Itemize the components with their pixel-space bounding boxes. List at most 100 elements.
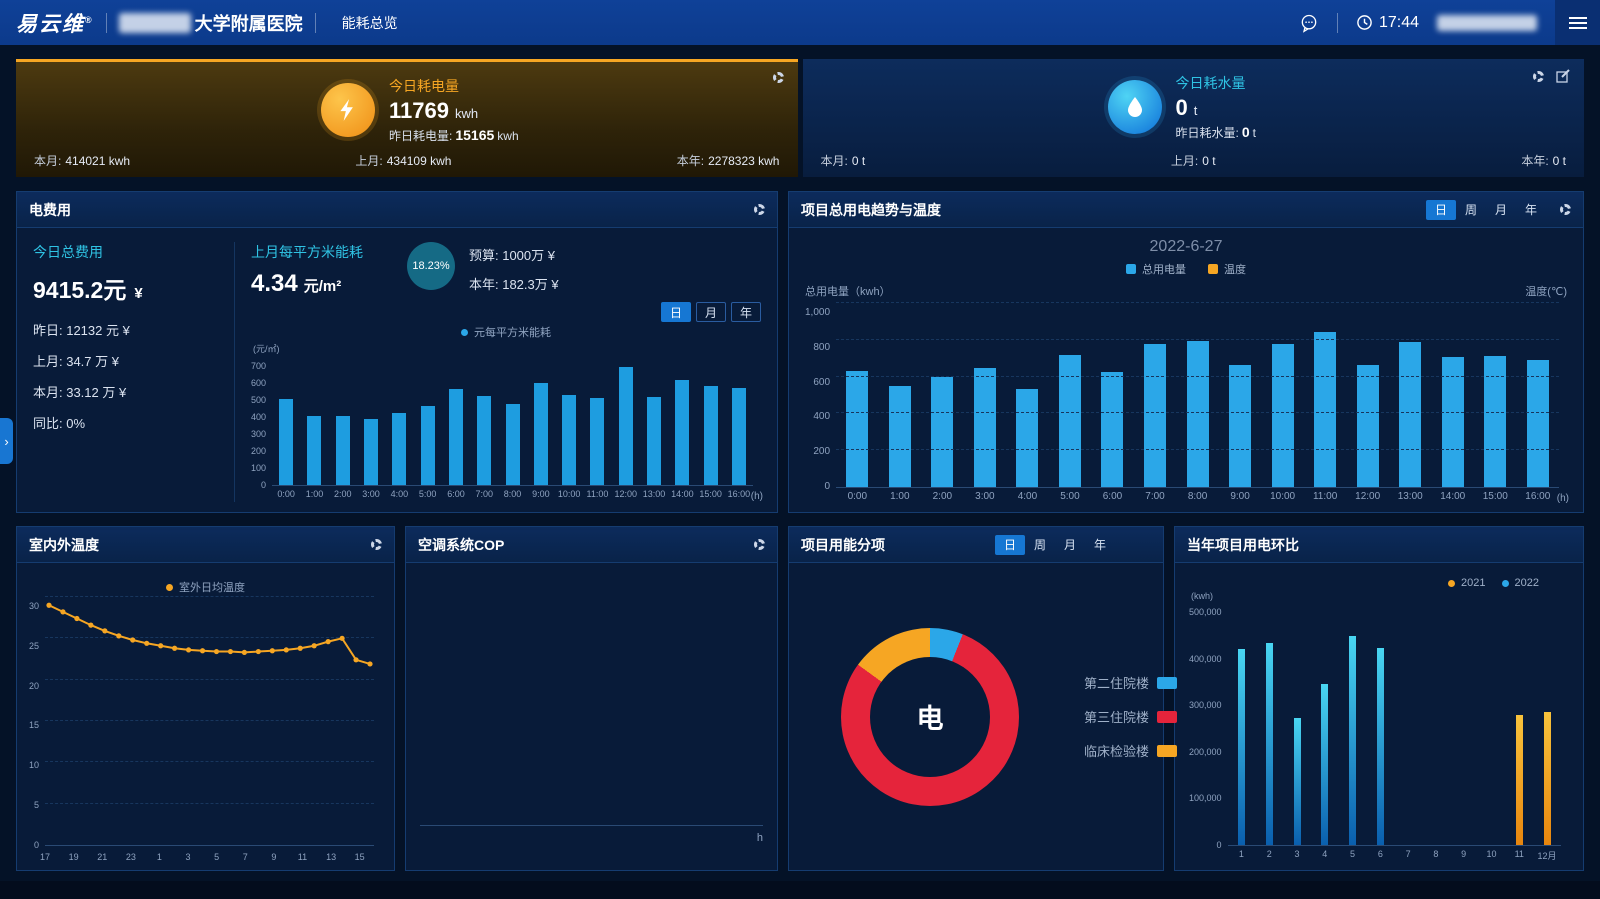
legend-item-building-3[interactable]: 第三住院楼 (1065, 707, 1177, 726)
redacted-username[interactable] (1437, 15, 1537, 31)
bar[interactable] (889, 386, 911, 487)
bar[interactable] (534, 383, 548, 485)
total-power-bar-chart: (h) 1,00080060040020000:001:002:003:004:… (805, 301, 1567, 504)
gear-icon[interactable] (773, 72, 784, 83)
bar[interactable] (1101, 372, 1123, 487)
bar[interactable] (506, 404, 520, 485)
legend-item-building-2[interactable]: 第二住院楼 (1065, 673, 1177, 692)
message-icon[interactable] (1299, 13, 1319, 33)
gear-icon[interactable] (1533, 71, 1544, 82)
bar[interactable] (477, 396, 491, 485)
bar[interactable] (704, 386, 718, 485)
hamburger-menu-icon[interactable] (1555, 0, 1600, 45)
bar[interactable] (647, 397, 661, 485)
legend-swatch (1208, 264, 1218, 274)
x-tick-label: 4:00 (385, 486, 413, 502)
bar[interactable] (1187, 341, 1209, 487)
bar[interactable] (364, 419, 378, 485)
legend-swatch (1157, 745, 1177, 757)
legend-swatch (1126, 264, 1136, 274)
gear-icon[interactable] (754, 539, 765, 550)
gear-icon[interactable] (1560, 204, 1571, 215)
x-tick-label: 1:00 (300, 486, 328, 502)
bar-slot (1394, 603, 1422, 845)
y-axis: 1,0008006004002000 (805, 307, 836, 492)
y-tick-label: 400 (813, 411, 830, 422)
bar[interactable] (846, 371, 868, 487)
bar[interactable] (1294, 718, 1301, 845)
bar[interactable] (1266, 643, 1273, 845)
legend-item-temperature[interactable]: 温度 (1208, 261, 1246, 277)
tab-week[interactable]: 周 (1025, 535, 1055, 555)
bar[interactable] (1544, 712, 1551, 845)
bar[interactable] (619, 367, 633, 485)
y-tick-label: 300 (251, 429, 266, 439)
legend-item-lab-building[interactable]: 临床检验楼 (1065, 741, 1177, 760)
gear-icon[interactable] (371, 539, 382, 550)
bar-slot (1478, 603, 1506, 845)
bar[interactable] (1229, 365, 1251, 487)
x-tick-label: 11:00 (583, 486, 611, 502)
bar[interactable] (562, 395, 576, 486)
bar[interactable] (931, 377, 953, 487)
tab-month[interactable]: 月 (696, 302, 726, 322)
legend-item-2022[interactable]: 2022 (1502, 577, 1539, 589)
x-tick-label: 2:00 (329, 486, 357, 502)
edit-icon[interactable] (1556, 69, 1570, 83)
nav-item-energy-overview[interactable]: 能耗总览 (342, 13, 398, 33)
bar[interactable] (1357, 365, 1379, 487)
tab-year[interactable]: 年 (1085, 535, 1115, 555)
bar[interactable] (421, 406, 435, 485)
bar[interactable] (279, 399, 293, 485)
tab-week[interactable]: 周 (1456, 200, 1486, 220)
bar[interactable] (1321, 684, 1328, 845)
tab-day[interactable]: 日 (995, 535, 1025, 555)
bar[interactable] (974, 368, 996, 487)
bar[interactable] (392, 413, 406, 485)
tab-year[interactable]: 年 (1516, 200, 1546, 220)
tab-month[interactable]: 月 (1055, 535, 1085, 555)
yoy-panel-body: 2021 2022 (kwh) 500,000400,000300,000200… (1175, 563, 1583, 870)
trademark-symbol: ® (85, 15, 94, 25)
bar[interactable] (1399, 342, 1421, 487)
bar[interactable] (449, 389, 463, 485)
stat-year: 本年:0 t (1521, 152, 1566, 169)
x-tick-label: 7:00 (1134, 488, 1177, 504)
bar[interactable] (307, 416, 321, 485)
bar[interactable] (1314, 332, 1336, 487)
bar[interactable] (1144, 344, 1166, 487)
bar[interactable] (1016, 389, 1038, 487)
bar[interactable] (1442, 357, 1464, 487)
panel-title: 当年项目用电环比 (1187, 535, 1299, 555)
footer-strip (0, 881, 1600, 899)
legend-item-power[interactable]: 总用电量 (1126, 261, 1186, 277)
bar[interactable] (590, 398, 604, 485)
legend-item-2021[interactable]: 2021 (1448, 577, 1485, 589)
bar-slot (583, 357, 611, 485)
tab-day[interactable]: 日 (1426, 200, 1456, 220)
panel-header: 室内外温度 (17, 527, 394, 563)
bar[interactable] (1349, 636, 1356, 845)
bar-slot (1366, 603, 1394, 845)
sidebar-expand-tab[interactable]: › (0, 418, 13, 464)
bar[interactable] (675, 380, 689, 485)
x-tick-label: 12月 (1533, 846, 1561, 862)
bar[interactable] (732, 388, 746, 485)
bar[interactable] (336, 416, 350, 485)
bar[interactable] (1272, 344, 1294, 487)
bar[interactable] (1238, 649, 1245, 845)
bar-slot (527, 357, 555, 485)
x-tick-label: 17 (40, 849, 50, 862)
legend-dot (1502, 580, 1509, 587)
y-tick-label: 200,000 (1189, 747, 1222, 757)
x-tick-label: 14:00 (1431, 488, 1474, 504)
bar[interactable] (1516, 715, 1523, 845)
tab-month[interactable]: 月 (1486, 200, 1516, 220)
gear-icon[interactable] (754, 204, 765, 215)
x-tick-label: 2 (1255, 846, 1283, 862)
tab-year[interactable]: 年 (731, 302, 761, 322)
navbar-right: 17:44 (1299, 0, 1600, 45)
bar[interactable] (1527, 360, 1549, 487)
tab-day[interactable]: 日 (661, 302, 691, 322)
bar[interactable] (1377, 648, 1384, 845)
